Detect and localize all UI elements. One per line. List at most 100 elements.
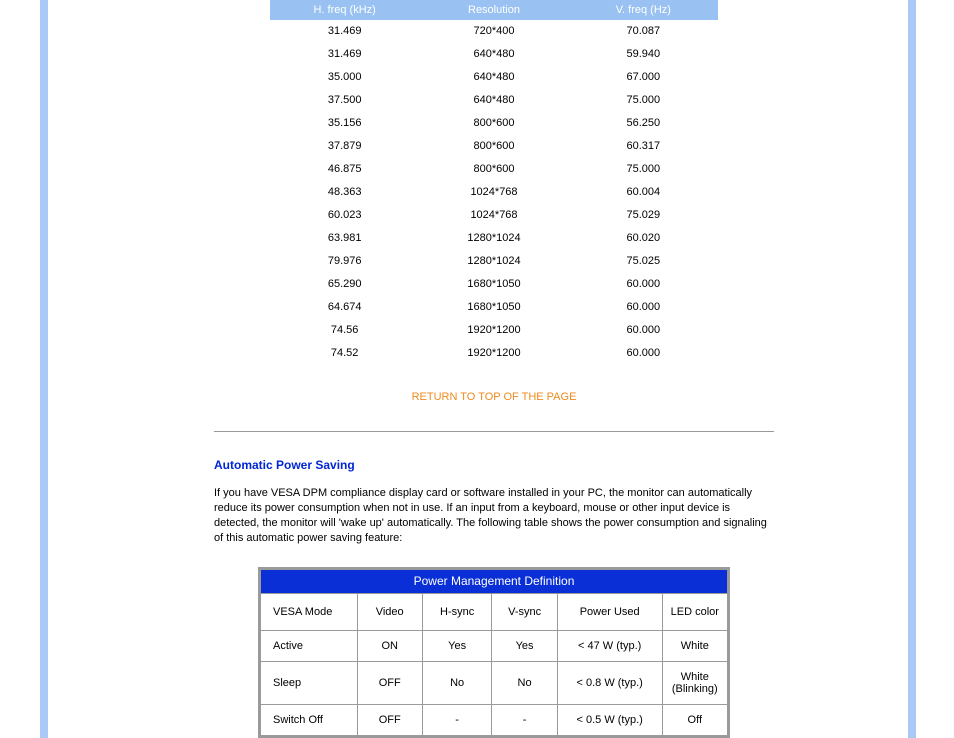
table-cell: 75.025 bbox=[569, 250, 718, 273]
table-cell: Off bbox=[663, 705, 727, 735]
table-cell: < 0.8 W (typ.) bbox=[558, 662, 662, 704]
section-divider bbox=[214, 431, 774, 432]
table-cell: 1680*1050 bbox=[419, 273, 568, 296]
table-cell: 60.000 bbox=[569, 296, 718, 319]
table-cell: 800*600 bbox=[419, 112, 568, 135]
table-cell: 75.000 bbox=[569, 89, 718, 112]
table-cell: 70.087 bbox=[569, 20, 718, 43]
table-cell: 65.290 bbox=[270, 273, 419, 296]
table-row: 63.9811280*102460.020 bbox=[270, 227, 718, 250]
power-table-header-hsync: H-sync bbox=[423, 594, 492, 630]
table-cell: 60.004 bbox=[569, 181, 718, 204]
table-cell: 64.674 bbox=[270, 296, 419, 319]
power-table-title-row: Power Management Definition bbox=[261, 570, 727, 593]
return-to-top-container: RETURN TO TOP OF THE PAGE bbox=[214, 391, 774, 403]
table-row: SleepOFFNoNo< 0.8 W (typ.)White (Blinkin… bbox=[261, 662, 727, 704]
table-cell: 63.981 bbox=[270, 227, 419, 250]
table-cell: 1920*1200 bbox=[419, 319, 568, 342]
frequency-table: H. freq (kHz) Resolution V. freq (Hz) 31… bbox=[270, 0, 718, 365]
main-content: H. freq (kHz) Resolution V. freq (Hz) 31… bbox=[214, 0, 774, 738]
table-row: ActiveONYesYes< 47 W (typ.)White bbox=[261, 631, 727, 661]
page: H. freq (kHz) Resolution V. freq (Hz) 31… bbox=[0, 0, 954, 738]
table-cell: 79.976 bbox=[270, 250, 419, 273]
table-row: 46.875800*60075.000 bbox=[270, 158, 718, 181]
power-table-header-mode: VESA Mode bbox=[261, 594, 357, 630]
power-table-title: Power Management Definition bbox=[261, 570, 727, 593]
table-cell: 35.156 bbox=[270, 112, 419, 135]
freq-table-body: 31.469720*40070.08731.469640*48059.94035… bbox=[270, 20, 718, 365]
table-cell: 640*480 bbox=[419, 89, 568, 112]
table-cell: Sleep bbox=[261, 662, 357, 704]
table-cell: 74.52 bbox=[270, 342, 419, 365]
table-cell: Active bbox=[261, 631, 357, 661]
power-table-header-led: LED color bbox=[663, 594, 727, 630]
power-table-header-vsync: V-sync bbox=[492, 594, 556, 630]
table-header-row: H. freq (kHz) Resolution V. freq (Hz) bbox=[270, 0, 718, 20]
table-cell: 640*480 bbox=[419, 43, 568, 66]
table-row: 65.2901680*105060.000 bbox=[270, 273, 718, 296]
table-row: 74.561920*120060.000 bbox=[270, 319, 718, 342]
table-row: 37.879800*60060.317 bbox=[270, 135, 718, 158]
table-cell: 37.879 bbox=[270, 135, 419, 158]
power-table-header-power: Power Used bbox=[558, 594, 662, 630]
freq-table-header-vfreq: V. freq (Hz) bbox=[569, 0, 718, 20]
table-cell: Yes bbox=[492, 631, 556, 661]
freq-table-header-hfreq: H. freq (kHz) bbox=[270, 0, 419, 20]
table-cell: < 47 W (typ.) bbox=[558, 631, 662, 661]
power-management-table: Power Management Definition VESA Mode Vi… bbox=[258, 567, 730, 738]
table-cell: 1280*1024 bbox=[419, 227, 568, 250]
return-to-top-link[interactable]: RETURN TO TOP OF THE PAGE bbox=[412, 391, 577, 403]
table-cell: 800*600 bbox=[419, 158, 568, 181]
table-cell: 60.023 bbox=[270, 204, 419, 227]
table-cell: - bbox=[492, 705, 556, 735]
power-table-header-row: VESA Mode Video H-sync V-sync Power Used… bbox=[261, 594, 727, 630]
table-cell: 37.500 bbox=[270, 89, 419, 112]
table-cell: 75.029 bbox=[569, 204, 718, 227]
table-cell: 48.363 bbox=[270, 181, 419, 204]
table-cell: Yes bbox=[423, 631, 492, 661]
table-cell: 1024*768 bbox=[419, 181, 568, 204]
right-accent-bar bbox=[908, 0, 916, 738]
table-cell: OFF bbox=[358, 662, 422, 704]
table-cell: ON bbox=[358, 631, 422, 661]
table-cell: 59.940 bbox=[569, 43, 718, 66]
table-cell: 46.875 bbox=[270, 158, 419, 181]
power-saving-paragraph: If you have VESA DPM compliance display … bbox=[214, 486, 774, 545]
table-cell: < 0.5 W (typ.) bbox=[558, 705, 662, 735]
table-cell: 67.000 bbox=[569, 66, 718, 89]
table-cell: 720*400 bbox=[419, 20, 568, 43]
table-cell: 56.250 bbox=[569, 112, 718, 135]
table-cell: 60.317 bbox=[569, 135, 718, 158]
table-row: 74.521920*120060.000 bbox=[270, 342, 718, 365]
table-cell: 31.469 bbox=[270, 43, 419, 66]
table-cell: White (Blinking) bbox=[663, 662, 727, 704]
table-row: 31.469640*48059.940 bbox=[270, 43, 718, 66]
table-cell: 800*600 bbox=[419, 135, 568, 158]
table-row: Switch OffOFF--< 0.5 W (typ.)Off bbox=[261, 705, 727, 735]
table-cell: 60.000 bbox=[569, 342, 718, 365]
table-cell: OFF bbox=[358, 705, 422, 735]
table-cell: 1024*768 bbox=[419, 204, 568, 227]
table-cell: 60.020 bbox=[569, 227, 718, 250]
table-cell: 1920*1200 bbox=[419, 342, 568, 365]
table-cell: 75.000 bbox=[569, 158, 718, 181]
table-cell: - bbox=[423, 705, 492, 735]
table-row: 79.9761280*102475.025 bbox=[270, 250, 718, 273]
section-heading-power-saving: Automatic Power Saving bbox=[214, 458, 774, 472]
table-row: 35.156800*60056.250 bbox=[270, 112, 718, 135]
table-cell: 31.469 bbox=[270, 20, 419, 43]
table-cell: 60.000 bbox=[569, 319, 718, 342]
table-cell: White bbox=[663, 631, 727, 661]
table-cell: No bbox=[423, 662, 492, 704]
table-cell: Switch Off bbox=[261, 705, 357, 735]
table-cell: 60.000 bbox=[569, 273, 718, 296]
table-row: 48.3631024*76860.004 bbox=[270, 181, 718, 204]
table-cell: 1280*1024 bbox=[419, 250, 568, 273]
table-cell: 1680*1050 bbox=[419, 296, 568, 319]
table-row: 35.000640*48067.000 bbox=[270, 66, 718, 89]
table-row: 64.6741680*105060.000 bbox=[270, 296, 718, 319]
table-row: 60.0231024*76875.029 bbox=[270, 204, 718, 227]
power-table-wrap: Power Management Definition VESA Mode Vi… bbox=[258, 567, 730, 738]
table-row: 37.500640*48075.000 bbox=[270, 89, 718, 112]
power-table-body: ActiveONYesYes< 47 W (typ.)WhiteSleepOFF… bbox=[261, 631, 727, 735]
